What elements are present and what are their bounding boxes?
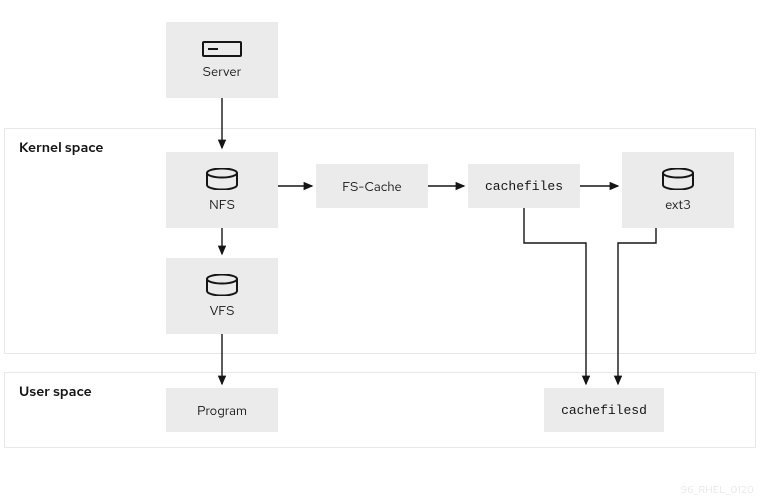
disk-icon	[205, 274, 239, 296]
program-label: Program	[197, 402, 247, 419]
kernel-space-label: Kernel space	[19, 139, 104, 157]
user-space-label: User space	[19, 383, 92, 401]
cachefiles-label: cachefiles	[485, 179, 563, 194]
fscache-label: FS-Cache	[342, 178, 402, 195]
server-node: Server	[166, 22, 278, 98]
disk-icon	[661, 168, 695, 190]
fscache-node: FS-Cache	[316, 164, 428, 208]
cachefilesd-label: cachefilesd	[561, 403, 647, 418]
vfs-node: VFS	[166, 258, 278, 334]
server-icon	[202, 41, 242, 57]
ext3-label: ext3	[665, 196, 691, 213]
server-label: Server	[203, 63, 241, 80]
nfs-node: NFS	[166, 152, 278, 228]
cachefilesd-node: cachefilesd	[544, 388, 664, 432]
watermark: 96_RHEL_0120	[681, 484, 754, 497]
nfs-label: NFS	[209, 196, 235, 213]
program-node: Program	[166, 388, 278, 432]
ext3-node: ext3	[622, 152, 734, 228]
disk-icon	[205, 168, 239, 190]
vfs-label: VFS	[210, 302, 235, 319]
cachefiles-node: cachefiles	[468, 164, 580, 208]
